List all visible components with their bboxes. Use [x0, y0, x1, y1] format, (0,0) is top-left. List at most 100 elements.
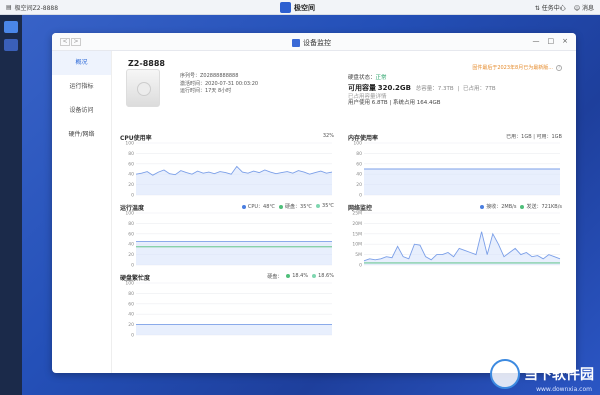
- memory-panel: 内存使用率 已用：1GB | 可用：1GB 100 80 60 40 20 0: [348, 133, 562, 199]
- y-tick-label: 40: [128, 312, 134, 318]
- y-tick-label: 0: [359, 193, 362, 199]
- top-bar: ▤ 极空间Z2-8888 极空间 ⇅ 任务中心 ☺ 消息: [0, 0, 600, 15]
- top-bar-right: ⇅ 任务中心 ☺ 消息: [535, 3, 594, 12]
- disk-status-value: 正常: [375, 75, 387, 81]
- y-tick-label: 80: [128, 291, 134, 297]
- y-tick-label: 10M: [352, 242, 362, 248]
- temperature-panel: 运行温度 CPU：48℃ 硬盘：35℃ 35℃ 100 80 60 40 20 0: [120, 203, 334, 269]
- y-tick-label: 20: [128, 182, 134, 188]
- y-tick-label: 15M: [352, 231, 362, 237]
- nav-arrows: < >: [60, 38, 81, 46]
- y-tick-label: 20M: [352, 221, 362, 227]
- y-tick-label: 60: [356, 161, 362, 167]
- series-area: [136, 241, 332, 265]
- app-title: 极空间: [280, 2, 315, 13]
- disk-busy-chart: 100 80 60 40 20 0: [125, 281, 332, 339]
- disk-busy-panel: 硬盘繁忙度 硬盘： 18.4% 18.6% 100 80 60 40 20 0: [120, 273, 334, 339]
- device-name: Z2-8888: [128, 59, 165, 68]
- help-icon[interactable]: ?: [556, 65, 562, 71]
- back-button[interactable]: <: [60, 38, 70, 46]
- y-tick-label: 40: [356, 172, 362, 178]
- device-info: 序列号：Z02888888888 激活时间：2020-07-31 00:03:2…: [180, 73, 258, 96]
- window-title-bar: < > 设备监控 — □ ×: [52, 33, 576, 51]
- temperature-chart: 100 80 60 40 20 0: [125, 211, 332, 269]
- y-tick-label: 25M: [352, 211, 362, 217]
- window-left-nav: 概况 运行指标 设备访问 硬件/网络: [52, 51, 112, 373]
- y-tick-label: 20: [356, 182, 362, 188]
- y-tick-label: 0: [131, 333, 134, 339]
- nav-item-overview[interactable]: 概况: [52, 51, 111, 75]
- device-image: [126, 69, 160, 107]
- series-area: [364, 231, 560, 265]
- watermark-logo: [490, 359, 520, 389]
- minimize-button[interactable]: —: [533, 37, 540, 45]
- y-tick-label: 0: [131, 193, 134, 199]
- forward-button[interactable]: >: [71, 38, 81, 46]
- app-name: 极空间: [294, 3, 315, 12]
- watermark-text: 当下软件园: [524, 367, 594, 383]
- maximize-button[interactable]: □: [548, 37, 555, 45]
- y-tick-label: 100: [353, 141, 362, 147]
- memory-chart: 100 80 60 40 20 0: [353, 141, 560, 199]
- y-tick-label: 60: [128, 161, 134, 167]
- cpu-legend: 32%: [322, 133, 334, 139]
- series-area: [364, 169, 560, 195]
- overview-content: Z2-8888 序列号：Z02888888888 激活时间：2020-07-31…: [112, 51, 576, 373]
- cpu-panel: CPU使用率 32% 100 80 60 40 20 0: [120, 133, 334, 199]
- task-center-button[interactable]: ⇅ 任务中心: [535, 3, 566, 12]
- top-bar-left: ▤ 极空间Z2-8888: [6, 3, 58, 12]
- series-area: [136, 324, 332, 335]
- serial-number: 序列号：Z02888888888: [180, 73, 239, 79]
- close-button[interactable]: ×: [562, 37, 568, 45]
- total-capacity: 总容量：7.3TB: [415, 86, 454, 92]
- nav-item-access[interactable]: 设备访问: [52, 99, 111, 123]
- window-controls: — □ ×: [533, 37, 569, 45]
- nav-item-metrics[interactable]: 运行指标: [52, 75, 111, 99]
- monitor-window: < > 设备监控 — □ × 概况 运行指标 设备访问 硬件/网络 Z2-888…: [52, 33, 576, 373]
- dock: [0, 15, 22, 395]
- y-tick-label: 20: [128, 322, 134, 328]
- y-tick-label: 60: [128, 231, 134, 237]
- capacity-label: 可用容量: [348, 84, 376, 92]
- menu-icon[interactable]: ▤: [6, 4, 12, 11]
- nav-item-hardware[interactable]: 硬件/网络: [52, 123, 111, 147]
- y-tick-label: 100: [125, 211, 134, 217]
- activation-time: 激活时间：2020-07-31 00:03:20: [180, 80, 259, 87]
- monitor-icon[interactable]: [4, 39, 18, 51]
- temperature-legend: CPU：48℃ 硬盘：35℃ 35℃: [241, 203, 334, 210]
- y-tick-label: 80: [128, 221, 134, 227]
- network-legend: 接收：2MB/s 发送：721KB/s: [480, 203, 562, 210]
- messages-button[interactable]: ☺ 消息: [574, 3, 594, 12]
- used-capacity: 已占用：7TB: [462, 86, 496, 92]
- device-label: 极空间Z2-8888: [14, 5, 59, 12]
- usage-detail: 用户使用 6.8TB | 系统占用 164.4GB: [348, 100, 441, 106]
- y-tick-label: 40: [128, 242, 134, 248]
- y-tick-label: 40: [128, 172, 134, 178]
- y-tick-label: 80: [128, 151, 134, 157]
- watermark: 当下软件园: [490, 359, 594, 389]
- y-tick-label: 0: [131, 263, 134, 269]
- apps-icon[interactable]: [4, 21, 18, 33]
- y-tick-label: 5M: [355, 252, 362, 258]
- logo-icon: [280, 2, 291, 13]
- capacity-value: 320.2GB: [377, 84, 411, 92]
- memory-legend: 已用：1GB | 可用：1GB: [506, 134, 562, 140]
- network-panel: 网络监控 接收：2MB/s 发送：721KB/s 25M 20M 15M 10M 5M 0: [348, 203, 562, 269]
- firmware-notice[interactable]: 固件最后于2023年8月已为最新版...?: [472, 64, 562, 71]
- y-tick-label: 100: [125, 281, 134, 287]
- watermark-url: www.downxia.com: [536, 386, 592, 393]
- monitor-app-icon: [292, 39, 300, 47]
- storage-status: 硬盘状态：正常 可用容量 320.2GB 总容量：7.3TB | 已占用：7TB…: [348, 75, 496, 106]
- y-tick-label: 60: [128, 301, 134, 307]
- y-tick-label: 0: [359, 263, 362, 269]
- y-tick-label: 20: [128, 252, 134, 258]
- uptime: 运行时间：17天 8小时: [180, 88, 232, 94]
- device-fan: [137, 82, 151, 96]
- window-title: 设备监控: [292, 38, 331, 48]
- window-title-text: 设备监控: [303, 39, 331, 47]
- cpu-chart: 100 80 60 40 20 0: [125, 141, 333, 199]
- disk-busy-legend: 硬盘： 18.4% 18.6%: [267, 273, 334, 280]
- y-tick-label: 80: [356, 151, 362, 157]
- disk-status-label: 硬盘状态：: [348, 75, 376, 81]
- network-chart: 25M 20M 15M 10M 5M 0: [352, 211, 561, 269]
